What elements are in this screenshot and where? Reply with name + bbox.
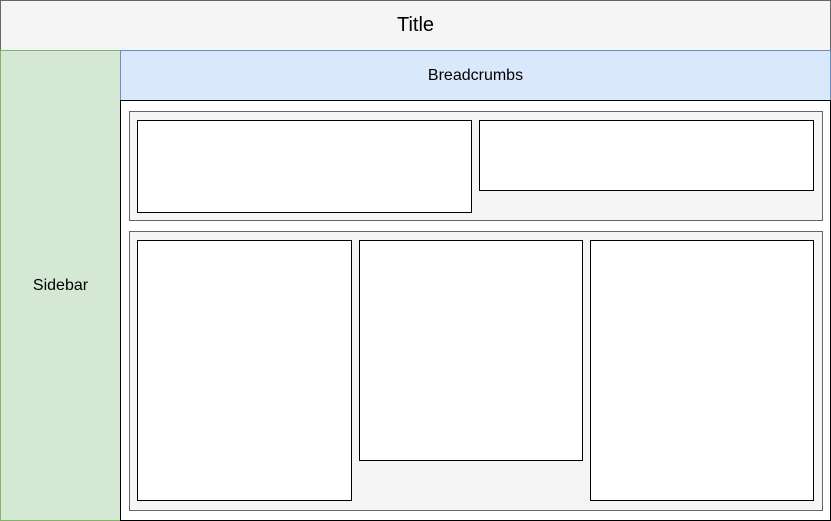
breadcrumb-label: Breadcrumbs	[427, 66, 524, 84]
breadcrumb: Breadcrumbs	[120, 50, 831, 101]
content-panel-top-left	[137, 120, 472, 213]
sidebar-label: Sidebar	[32, 276, 89, 294]
content-panel-bottom-right	[590, 240, 814, 501]
sidebar: Sidebar	[0, 50, 121, 521]
content-panel-bottom-middle	[359, 240, 583, 461]
content-panel-bottom-left	[137, 240, 352, 501]
page-title-text: Title	[396, 14, 435, 36]
page-title: Title	[0, 0, 831, 51]
content-panel-top-right	[479, 120, 814, 191]
